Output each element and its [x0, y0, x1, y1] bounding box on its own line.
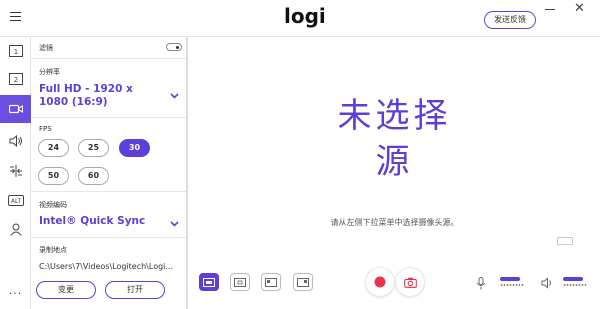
rail-item-alt[interactable]: ALT: [0, 186, 31, 214]
screen-1-icon: 1: [8, 45, 23, 57]
speaker-icon: [9, 135, 22, 147]
fps-option-50[interactable]: 50: [38, 167, 69, 185]
layout-single-button[interactable]: [199, 273, 219, 291]
microphone-icon: [476, 276, 486, 289]
record-icon: [374, 276, 386, 288]
speaker-level-fill: [563, 277, 584, 281]
svg-text:2: 2: [13, 76, 17, 84]
no-source-title-2: 源: [375, 142, 414, 182]
title-bar: logi 发送反馈 ✕: [0, 0, 600, 37]
chevron-down-icon[interactable]: [170, 93, 179, 99]
speaker-level-meter: [563, 284, 587, 286]
chevron-down-icon[interactable]: [170, 221, 179, 227]
fps-option-25[interactable]: 25: [78, 139, 109, 157]
rail-item-account[interactable]: [0, 215, 31, 243]
divider: [31, 237, 186, 238]
settings-panel: 滤镜 分辨率 Full HD - 1920 x 1080 (16:9) FPS …: [31, 37, 188, 309]
divider: [31, 117, 186, 118]
rail-item-more[interactable]: ···: [0, 279, 31, 307]
preview-area: 未选择 源 请从左侧下拉菜单中选择摄像头源。: [189, 37, 600, 309]
rail-item-layout-2[interactable]: 2: [0, 65, 31, 93]
minimize-icon[interactable]: [545, 9, 555, 10]
menu-icon[interactable]: [10, 12, 21, 21]
mic-level-fill: [500, 277, 521, 281]
rail-item-layout-1[interactable]: 1: [0, 37, 31, 65]
codec-label: 视频编码: [39, 201, 67, 209]
record-button[interactable]: [366, 268, 394, 296]
screen-icon: [203, 277, 215, 287]
left-rail: 1 2 ALT ···: [0, 37, 31, 309]
divider: [31, 58, 186, 59]
app-logo: logi: [284, 4, 326, 28]
mic-level-meter: [500, 284, 524, 286]
user-icon: [9, 223, 22, 236]
pip-icon: [297, 277, 309, 287]
layout-pip-right-button[interactable]: [293, 273, 313, 291]
snapshot-button[interactable]: [396, 268, 424, 296]
camera-icon: [8, 104, 23, 114]
fps-option-30[interactable]: 30: [119, 139, 150, 157]
record-location-label: 录制地点: [39, 246, 67, 254]
layout-dual-button[interactable]: [230, 273, 250, 291]
speaker-button[interactable]: [540, 276, 554, 290]
feedback-button[interactable]: 发送反馈: [484, 11, 536, 29]
camera-snapshot-icon: [403, 277, 417, 288]
resolution-label: 分辨率: [39, 68, 60, 76]
close-icon[interactable]: ✕: [574, 2, 585, 15]
screen-small-icon: [557, 237, 573, 245]
svg-text:ALT: ALT: [10, 198, 21, 205]
rail-item-transitions[interactable]: [0, 157, 31, 185]
fps-option-24[interactable]: 24: [38, 139, 69, 157]
resolution-dropdown[interactable]: Full HD - 1920 x 1080 (16:9): [39, 83, 159, 109]
fps-option-60[interactable]: 60: [78, 167, 109, 185]
alt-key-icon: ALT: [7, 194, 24, 206]
mic-level-slider[interactable]: [500, 275, 524, 287]
change-button[interactable]: 变更: [36, 281, 96, 299]
filter-toggle[interactable]: [166, 43, 182, 51]
record-path: C:\Users\7\Videos\Logitech\Logi...: [39, 262, 174, 271]
svg-text:1: 1: [13, 48, 17, 56]
fps-label: FPS: [39, 125, 52, 133]
no-source-title: 未选择: [337, 96, 452, 136]
codec-dropdown[interactable]: Intel® Quick Sync: [39, 215, 145, 227]
divider: [31, 191, 186, 192]
speaker-icon: [541, 277, 551, 289]
rail-item-camera[interactable]: [0, 95, 31, 123]
microphone-button[interactable]: [475, 276, 487, 290]
open-button[interactable]: 打开: [105, 281, 165, 299]
no-source-hint: 请从左侧下拉菜单中选择摄像头源。: [330, 218, 459, 227]
screen-icon: [234, 277, 246, 287]
filter-label: 滤镜: [39, 44, 53, 52]
screen-2-icon: 2: [8, 73, 23, 85]
rail-item-audio[interactable]: [0, 127, 31, 155]
speaker-level-slider[interactable]: [563, 275, 587, 287]
transition-icon: [9, 165, 22, 177]
pip-icon: [265, 277, 277, 287]
layout-pip-left-button[interactable]: [261, 273, 281, 291]
more-icon: ···: [8, 286, 23, 300]
